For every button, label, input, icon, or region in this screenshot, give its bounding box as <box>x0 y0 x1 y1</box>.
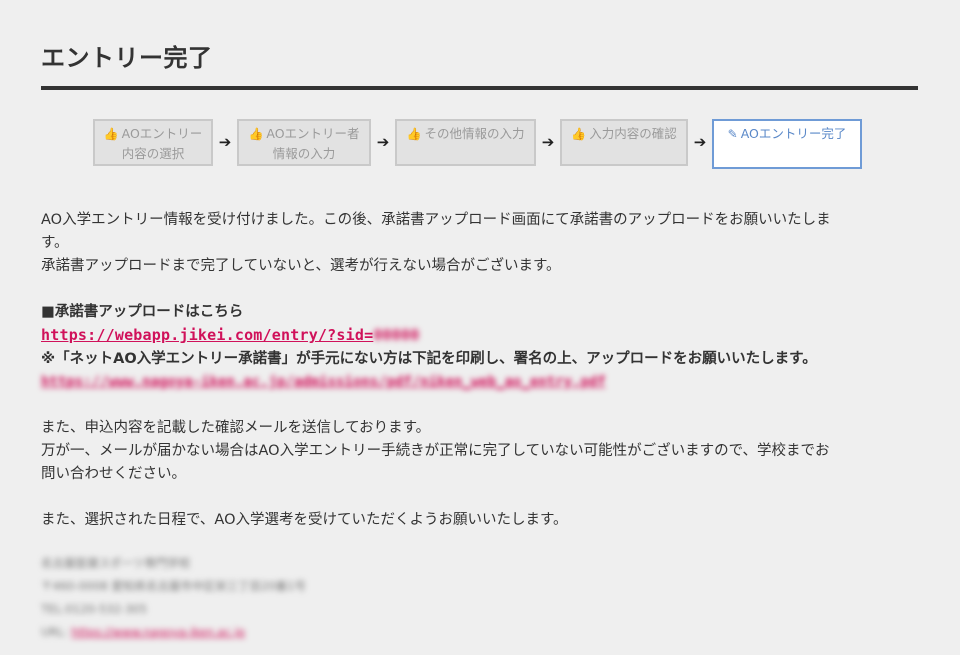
pdf-link[interactable]: https://www.nagoya-iken.ac.jp/admissions… <box>41 374 606 390</box>
mail-line: また、申込内容を記載した確認メールを送信しております。 <box>41 420 431 436</box>
schedule-line: また、選択された日程で、AO入学選考を受けていただくようお願いいたします。 <box>41 512 568 528</box>
school-url-link[interactable]: https://www.nagoya-iken.ac.jp <box>71 625 245 639</box>
step-label: その他情報の入力 <box>424 126 525 141</box>
edit-icon: ✎ <box>727 127 738 141</box>
step-label: 入力内容の確認 <box>589 126 677 141</box>
redacted-sid: 00000 <box>373 326 420 344</box>
step-other-info: 👍 その他情報の入力 <box>395 119 536 166</box>
message-line: AO入学エントリー情報を受け付けました。この後、承諾書アップロード画面にて承諾書… <box>41 212 831 228</box>
step-complete: ✎ AOエントリー完了 <box>712 119 862 169</box>
step-select-content: 👍 AOエントリー 内容の選択 <box>93 119 213 166</box>
school-contact: 名古屋医健スポーツ専門学校 〒460-0008 愛知県名古屋市中区栄三丁目20番… <box>41 552 918 644</box>
upload-link[interactable]: https://webapp.jikei.com/entry/?sid=0000… <box>41 326 419 344</box>
thumbs-up-icon: 👍 <box>248 127 264 141</box>
arrow-right-icon: ➔ <box>541 133 555 151</box>
completion-message: AO入学エントリー情報を受け付けました。この後、承諾書アップロード画面にて承諾書… <box>41 209 918 532</box>
thumbs-up-icon: 👍 <box>571 127 587 141</box>
step-confirm: 👍 入力内容の確認 <box>560 119 688 166</box>
upload-heading: ■承諾書アップロードはこちら <box>41 304 244 320</box>
arrow-right-icon: ➔ <box>693 133 707 151</box>
message-line: 承諾書アップロードまで完了していないと、選考が行えない場合がございます。 <box>41 258 561 274</box>
school-address: 〒460-0008 愛知県名古屋市中区栄三丁目20番1号 <box>41 579 306 593</box>
page-title: エントリー完了 <box>41 0 918 90</box>
entry-complete-page: エントリー完了 👍 AOエントリー 内容の選択 ➔ 👍 AOエントリー者 情報の入力… <box>0 0 960 655</box>
arrow-right-icon: ➔ <box>218 133 232 151</box>
message-line: す。 <box>41 235 69 251</box>
step-applicant-info: 👍 AOエントリー者 情報の入力 <box>237 119 371 166</box>
mail-line: 万が一、メールが届かない場合はAO入学エントリー手続きが正常に完了していない可能… <box>41 443 830 459</box>
print-note: ※「ネットAO入学エントリー承諾書」が手元にない方は下記を印刷し、署名の上、アッ… <box>41 351 817 367</box>
url-label: URL: <box>41 625 68 639</box>
step-label: AOエントリー 内容の選択 <box>121 126 203 161</box>
arrow-right-icon: ➔ <box>376 133 390 151</box>
thumbs-up-icon: 👍 <box>406 127 422 141</box>
school-tel: TEL:0120-532-305 <box>41 602 148 616</box>
thumbs-up-icon: 👍 <box>103 127 119 141</box>
school-name: 名古屋医健スポーツ専門学校 <box>41 556 191 570</box>
step-label: AOエントリー者 情報の入力 <box>266 126 360 161</box>
step-label: AOエントリー完了 <box>740 126 847 141</box>
progress-steps: 👍 AOエントリー 内容の選択 ➔ 👍 AOエントリー者 情報の入力 ➔ 👍 その他情… <box>93 119 918 169</box>
mail-line: 問い合わせください。 <box>41 466 186 482</box>
